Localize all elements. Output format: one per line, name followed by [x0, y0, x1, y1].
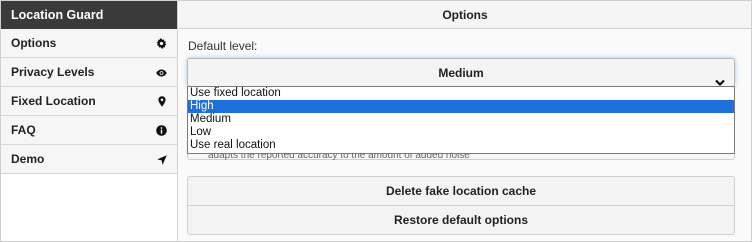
sidebar-item-label: Privacy Levels [11, 65, 95, 79]
sidebar-item-label: FAQ [11, 123, 36, 137]
option-use-real-location[interactable]: Use real location [188, 139, 734, 152]
chevron-down-icon [715, 69, 725, 87]
option-high[interactable]: High [188, 100, 734, 113]
location-arrow-icon [156, 154, 167, 165]
app-window: Location Guard Options Privacy Levels Fi… [0, 0, 752, 242]
sidebar-item-label: Demo [11, 152, 45, 166]
info-icon [156, 125, 167, 136]
gear-icon [156, 38, 167, 49]
option-low[interactable]: Low [188, 126, 734, 139]
delete-cache-button[interactable]: Delete fake location cache [187, 176, 735, 206]
sidebar-item-options[interactable]: Options [1, 29, 177, 58]
sidebar-item-faq[interactable]: FAQ [1, 116, 177, 145]
option-medium[interactable]: Medium [188, 113, 734, 126]
page-title: Options [179, 1, 751, 29]
sidebar-item-fixed-location[interactable]: Fixed Location [1, 87, 177, 116]
default-level-dropdown[interactable]: Use fixed location High Medium Low Use r… [187, 86, 735, 154]
option-use-fixed-location[interactable]: Use fixed location [188, 87, 734, 100]
sidebar-item-label: Fixed Location [11, 94, 96, 108]
options-panel: Options Default level: Medium adapts the… [179, 1, 751, 241]
default-level-select[interactable]: Medium [187, 58, 735, 87]
restore-defaults-button[interactable]: Restore default options [187, 205, 735, 235]
sidebar-item-label: Options [11, 36, 57, 50]
default-level-label: Default level: [188, 39, 258, 53]
app-title: Location Guard [1, 1, 177, 29]
sidebar-item-demo[interactable]: Demo [1, 145, 177, 174]
sidebar-item-privacy-levels[interactable]: Privacy Levels [1, 58, 177, 87]
eye-icon [156, 67, 167, 78]
map-pin-icon [156, 96, 167, 107]
select-value: Medium [438, 66, 484, 80]
sidebar: Location Guard Options Privacy Levels Fi… [1, 1, 178, 241]
